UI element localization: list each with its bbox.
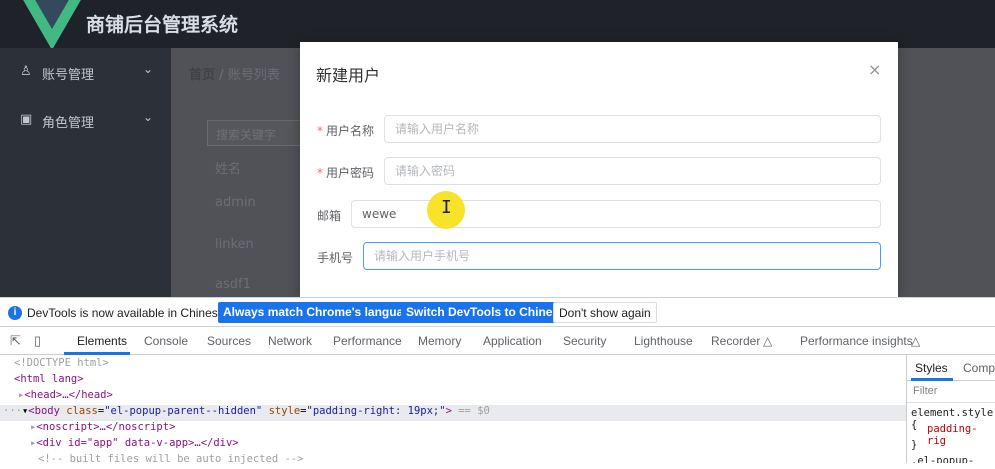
style-rule-next: .el-popup-pare [911,455,975,463]
breadcrumb: 首页 / 账号列表 [189,64,280,83]
breadcrumb-home[interactable]: 首页 [189,68,215,83]
tab-performance[interactable]: Performance [333,334,402,348]
tab-lighthouse[interactable]: Lighthouse [634,334,693,348]
form-row-phone: 手机号 [300,242,898,272]
breadcrumb-separator: / [219,68,224,83]
tab-computed[interactable]: Comp [963,361,995,375]
user-icon: ♙ [20,64,32,79]
styles-pane: Styles Comp Filter element.style { paddi… [906,355,995,463]
search-input[interactable]: 搜索关键字 [207,120,311,146]
chevron-down-icon: ⌄ [143,110,154,124]
sidebar-item-label: 角色管理 [42,116,95,131]
phone-field[interactable] [363,242,881,270]
tab-security[interactable]: Security [563,334,606,348]
sidebar-item-roles[interactable]: ▣ 角色管理 ⌄ [0,96,171,144]
dom-div-app[interactable]: ▸<div id="app" data-v-app>…</div> [0,437,906,453]
sidebar-item-accounts[interactable]: ♙ 账号管理 ⌄ [0,48,171,96]
flask-icon: △ [911,334,921,348]
tab-elements[interactable]: Elements [77,334,127,348]
info-icon: i [8,306,22,320]
tab-styles[interactable]: Styles [915,361,948,375]
tab-application[interactable]: Application [483,334,542,348]
app-window: 商铺后台管理系统 ♙ 账号管理 ⌄ ▣ 角色管理 ⌄ 首页 / 账号列表 搜索关… [0,0,995,297]
devtools-tabbar: ⇱ ▯ Elements Console Sources Network Per… [0,327,995,355]
dismiss-button[interactable]: Don't show again [553,302,657,323]
dom-body-selected[interactable]: ···▾<body class="el-popup-parent--hidden… [0,405,906,421]
tab-console[interactable]: Console [144,334,188,348]
table-header-name: 姓名 [215,162,242,177]
sidebar-item-label: 账号管理 [42,68,95,83]
dom-doctype[interactable]: <!DOCTYPE html> [0,357,906,373]
styles-filter-input[interactable]: Filter [907,381,995,403]
sidebar: ♙ 账号管理 ⌄ ▣ 角色管理 ⌄ [0,48,171,297]
role-icon: ▣ [20,112,33,127]
phone-label: 手机号 [317,251,354,265]
dom-noscript[interactable]: ▸<noscript>…</noscript> [0,421,906,437]
new-user-dialog: 新建用户 × *用户名称 *用户密码 邮箱 手机号 [300,42,898,297]
username-field[interactable] [384,115,881,143]
table-row: linken [215,237,254,252]
username-label: * 用户名称 [317,124,375,138]
styles-tabbar: Styles Comp [907,355,995,381]
chevron-down-icon: ⌄ [143,62,154,76]
app-header: 商铺后台管理系统 [0,0,995,50]
required-mark: * [317,124,323,138]
dom-head[interactable]: ▸<head>…</head> [0,389,906,405]
form-row-username: * 用户名称 [300,115,898,145]
email-label: 邮箱 [317,209,342,223]
password-field[interactable] [384,157,881,185]
elements-panel: <!DOCTYPE html> <html lang> ▸<head>…</he… [0,355,906,465]
device-toolbar-icon[interactable]: ▯ [34,333,41,349]
style-rule-close: } [911,439,918,451]
dialog-title: 新建用户 [316,66,381,85]
match-language-button[interactable]: Always match Chrome's language [218,302,423,323]
flask-icon: △ [763,334,773,348]
dom-comment[interactable]: <!-- built files will be auto injected -… [0,453,906,469]
tab-recorder[interactable]: Recorder [711,334,760,348]
notice-message: DevTools is now available in Chinese! [27,306,228,320]
close-icon[interactable]: × [868,60,881,79]
table-row: admin [215,195,256,210]
table-row: asdf1 [215,277,251,292]
devtools-language-notice: i DevTools is now available in Chinese! … [0,297,995,327]
required-mark: * [317,166,323,180]
tab-performance-insights[interactable]: Performance insights [800,334,913,348]
vue-logo-icon [23,0,81,50]
tab-sources[interactable]: Sources [207,334,251,348]
inspect-icon[interactable]: ⇱ [10,333,21,349]
tab-memory[interactable]: Memory [418,334,461,348]
breadcrumb-current: 账号列表 [227,68,280,83]
tab-network[interactable]: Network [268,334,312,348]
style-rule-property[interactable]: padding-rig [927,423,995,447]
text-cursor-icon: I [441,197,452,218]
form-row-email: 邮箱 [300,200,898,230]
password-label: * 用户密码 [317,166,375,180]
switch-chinese-button[interactable]: Switch DevTools to Chinese [401,302,571,323]
app-title: 商铺后台管理系统 [86,14,239,36]
dom-html[interactable]: <html lang> [0,373,906,389]
form-row-password: * 用户密码 [300,157,898,187]
